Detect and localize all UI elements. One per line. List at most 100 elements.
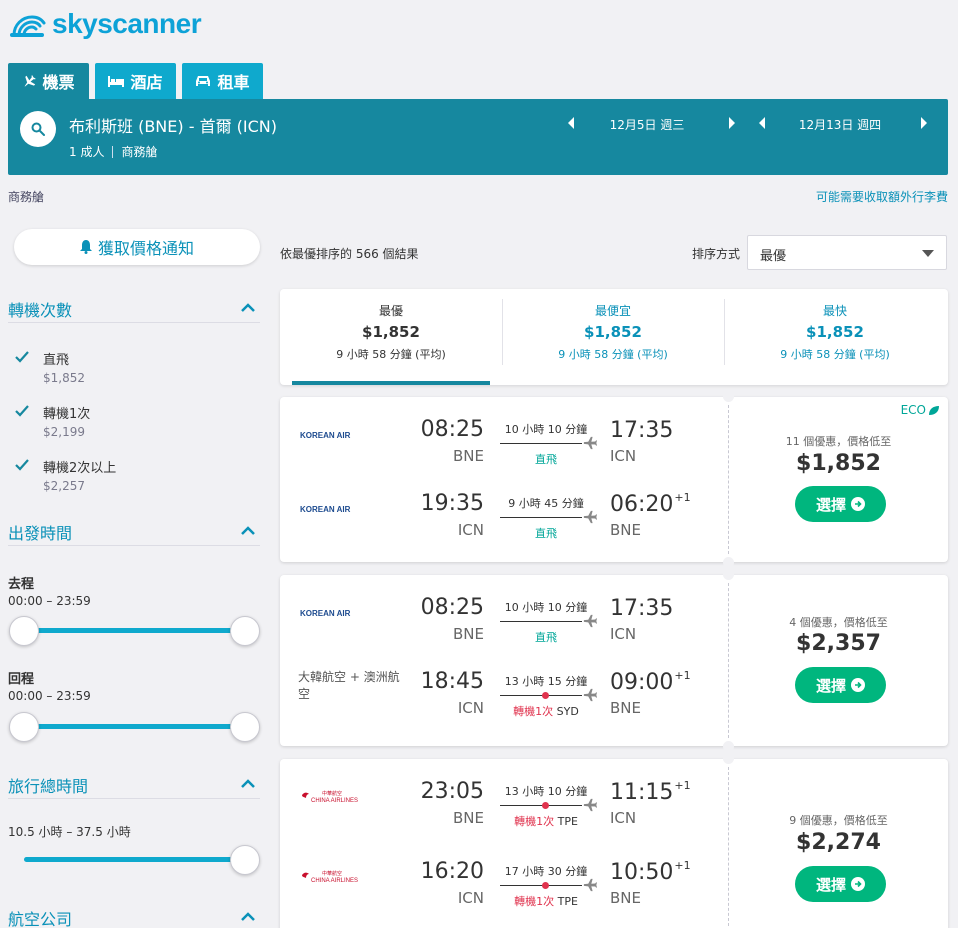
tab-hotels-label: 酒店 xyxy=(130,73,163,92)
skyscanner-logo[interactable]: skyscanner xyxy=(8,8,202,40)
stops-option-direct[interactable]: 直飛 xyxy=(43,349,69,368)
checkbox-two-plus-stops[interactable] xyxy=(14,457,30,473)
stops-option-one[interactable]: 轉機1次 xyxy=(43,403,90,422)
svg-text:CHINA AIRLINES: CHINA AIRLINES xyxy=(311,878,358,884)
chevron-up-icon xyxy=(241,779,255,788)
route-line xyxy=(500,802,582,809)
passengers-text: 1 成人 xyxy=(69,145,105,159)
passenger-cabin-summary[interactable]: 1 成人 商務艙 xyxy=(69,143,157,160)
departure-airport: ICN xyxy=(457,521,484,539)
stops-text: 轉機1次 SYD xyxy=(513,705,579,718)
return-slider-max-handle[interactable] xyxy=(230,712,260,742)
stops-option-one-price: $2,199 xyxy=(43,425,85,439)
plane-icon xyxy=(583,436,597,450)
sort-tab-best[interactable]: 最優 $1,852 9 小時 58 分鐘 (平均) xyxy=(280,289,502,385)
departure-time: 18:45 xyxy=(420,669,484,694)
route-text[interactable]: 布利斯班 (BNE) - 首爾 (ICN) xyxy=(69,113,277,137)
filter-journey-duration-header[interactable]: 旅行總時間 xyxy=(8,773,260,799)
chevron-up-icon xyxy=(241,526,255,535)
itinerary-card[interactable]: KOREAN AIR 08:25 BNE 10 小時 10 分鐘 直飛 17:3… xyxy=(280,391,948,568)
depart-prev-day-icon[interactable] xyxy=(565,116,577,130)
flight-duration: 13 小時 10 分鐘 xyxy=(504,785,588,798)
car-icon xyxy=(196,76,211,86)
itinerary-card[interactable]: KOREAN AIR 08:25 BNE 10 小時 10 分鐘 直飛 17:3… xyxy=(280,569,948,752)
price: $2,357 xyxy=(796,631,881,656)
return-slider-track[interactable] xyxy=(24,724,246,729)
depart-next-day-icon[interactable] xyxy=(726,116,738,130)
sort-select[interactable]: 最優 xyxy=(747,235,947,270)
stop-dot xyxy=(542,802,549,809)
arrival-time: 17:35 xyxy=(610,596,674,621)
plane-icon xyxy=(583,614,597,628)
duration-slider-handle[interactable] xyxy=(230,845,260,875)
flight-duration: 10 小時 10 分鐘 xyxy=(504,423,588,436)
select-label: 選擇 xyxy=(815,495,846,514)
sort-tab-fastest[interactable]: 最快 $1,852 9 小時 58 分鐘 (平均) xyxy=(724,289,946,385)
price-alert-button[interactable]: 獲取價格通知 xyxy=(14,229,260,265)
ticket-notch xyxy=(723,741,734,752)
search-button[interactable] xyxy=(20,111,56,147)
select-label: 選擇 xyxy=(815,875,846,894)
chevron-up-icon xyxy=(241,303,255,312)
outbound-leg: KOREAN AIR 08:25 BNE 10 小時 10 分鐘 直飛 17:3… xyxy=(280,595,728,655)
bed-icon xyxy=(108,76,125,87)
outbound-slider-min-handle[interactable] xyxy=(9,616,39,646)
arrival-airport: BNE xyxy=(610,699,641,717)
checkbox-direct[interactable] xyxy=(14,349,30,365)
price-alert-label: 獲取價格通知 xyxy=(97,239,194,258)
return-next-day-icon[interactable] xyxy=(918,116,930,130)
deals-text: 9 個優惠，價格低至 xyxy=(789,814,888,827)
return-prev-day-icon[interactable] xyxy=(756,116,768,130)
stops-text: 轉機1次 TPE xyxy=(514,815,578,828)
ticket-notch xyxy=(723,391,734,402)
ticket-notch xyxy=(723,753,734,764)
sort-tabs: 最優 $1,852 9 小時 58 分鐘 (平均) 最便宜 $1,852 9 小… xyxy=(280,289,948,385)
filter-stops-header[interactable]: 轉機次數 xyxy=(8,297,260,323)
outbound-slider-max-handle[interactable] xyxy=(230,616,260,646)
departure-airport: BNE xyxy=(453,625,484,643)
eco-label: ECO xyxy=(900,403,926,417)
cabin-text: 商務艙 xyxy=(121,145,158,159)
flight-duration: 9 小時 45 分鐘 xyxy=(508,497,584,510)
sort-tab-cheapest[interactable]: 最便宜 $1,852 9 小時 58 分鐘 (平均) xyxy=(502,289,724,385)
select-button[interactable]: 選擇 xyxy=(795,486,886,522)
outbound-slider-track[interactable] xyxy=(24,628,246,633)
search-summary-bar[interactable]: 布利斯班 (BNE) - 首爾 (ICN) 1 成人 商務艙 12月5日 週三 1… xyxy=(8,99,948,175)
departure-airport: BNE xyxy=(453,809,484,827)
plane-icon xyxy=(583,688,597,702)
tab-hotels[interactable]: 酒店 xyxy=(95,63,176,99)
itinerary-card[interactable]: 中華航空 CHINA AIRLINES 23:05 BNE 13 小時 10 分鐘… xyxy=(280,753,948,928)
baggage-fees-link[interactable]: 可能需要收取額外行李費 xyxy=(816,188,948,205)
tab-cars[interactable]: 租車 xyxy=(182,63,263,99)
select-button[interactable]: 選擇 xyxy=(795,866,886,902)
return-date[interactable]: 12月13日 週四 xyxy=(780,116,900,133)
korean-air-logo: KOREAN AIR xyxy=(300,603,400,623)
china-airlines-logo: 中華航空 CHINA AIRLINES xyxy=(300,787,400,807)
korean-air-logo: KOREAN AIR xyxy=(300,425,400,445)
filter-airlines-header[interactable]: 航空公司 xyxy=(8,906,260,928)
arrival-airport: ICN xyxy=(610,447,637,465)
duration-slider-track[interactable] xyxy=(24,857,246,862)
leaf-icon xyxy=(929,405,939,415)
deals-text: 11 個優惠，價格低至 xyxy=(785,435,892,448)
departure-airport: BNE xyxy=(453,447,484,465)
plane-icon xyxy=(25,75,37,87)
ticket-notch xyxy=(723,557,734,568)
departure-airport: ICN xyxy=(457,699,484,717)
route-line xyxy=(500,692,582,699)
arrival-airport: ICN xyxy=(610,809,637,827)
stop-dot xyxy=(542,692,549,699)
search-icon xyxy=(31,122,45,136)
cloud-sun-icon xyxy=(10,15,46,37)
depart-date[interactable]: 12月5日 週三 xyxy=(587,116,707,133)
checkbox-one-stop[interactable] xyxy=(14,403,30,419)
departure-airport: ICN xyxy=(457,889,484,907)
stops-option-two-plus[interactable]: 轉機2次以上 xyxy=(43,457,116,476)
arrival-time: 10:50+1 xyxy=(610,859,691,885)
svg-text:KOREAN AIR: KOREAN AIR xyxy=(300,609,351,618)
sort-tab-price: $1,852 xyxy=(806,323,864,341)
tab-flights[interactable]: 機票 xyxy=(8,63,89,99)
return-slider-min-handle[interactable] xyxy=(9,712,39,742)
filter-departure-times-header[interactable]: 出發時間 xyxy=(8,520,260,546)
select-button[interactable]: 選擇 xyxy=(795,667,886,703)
